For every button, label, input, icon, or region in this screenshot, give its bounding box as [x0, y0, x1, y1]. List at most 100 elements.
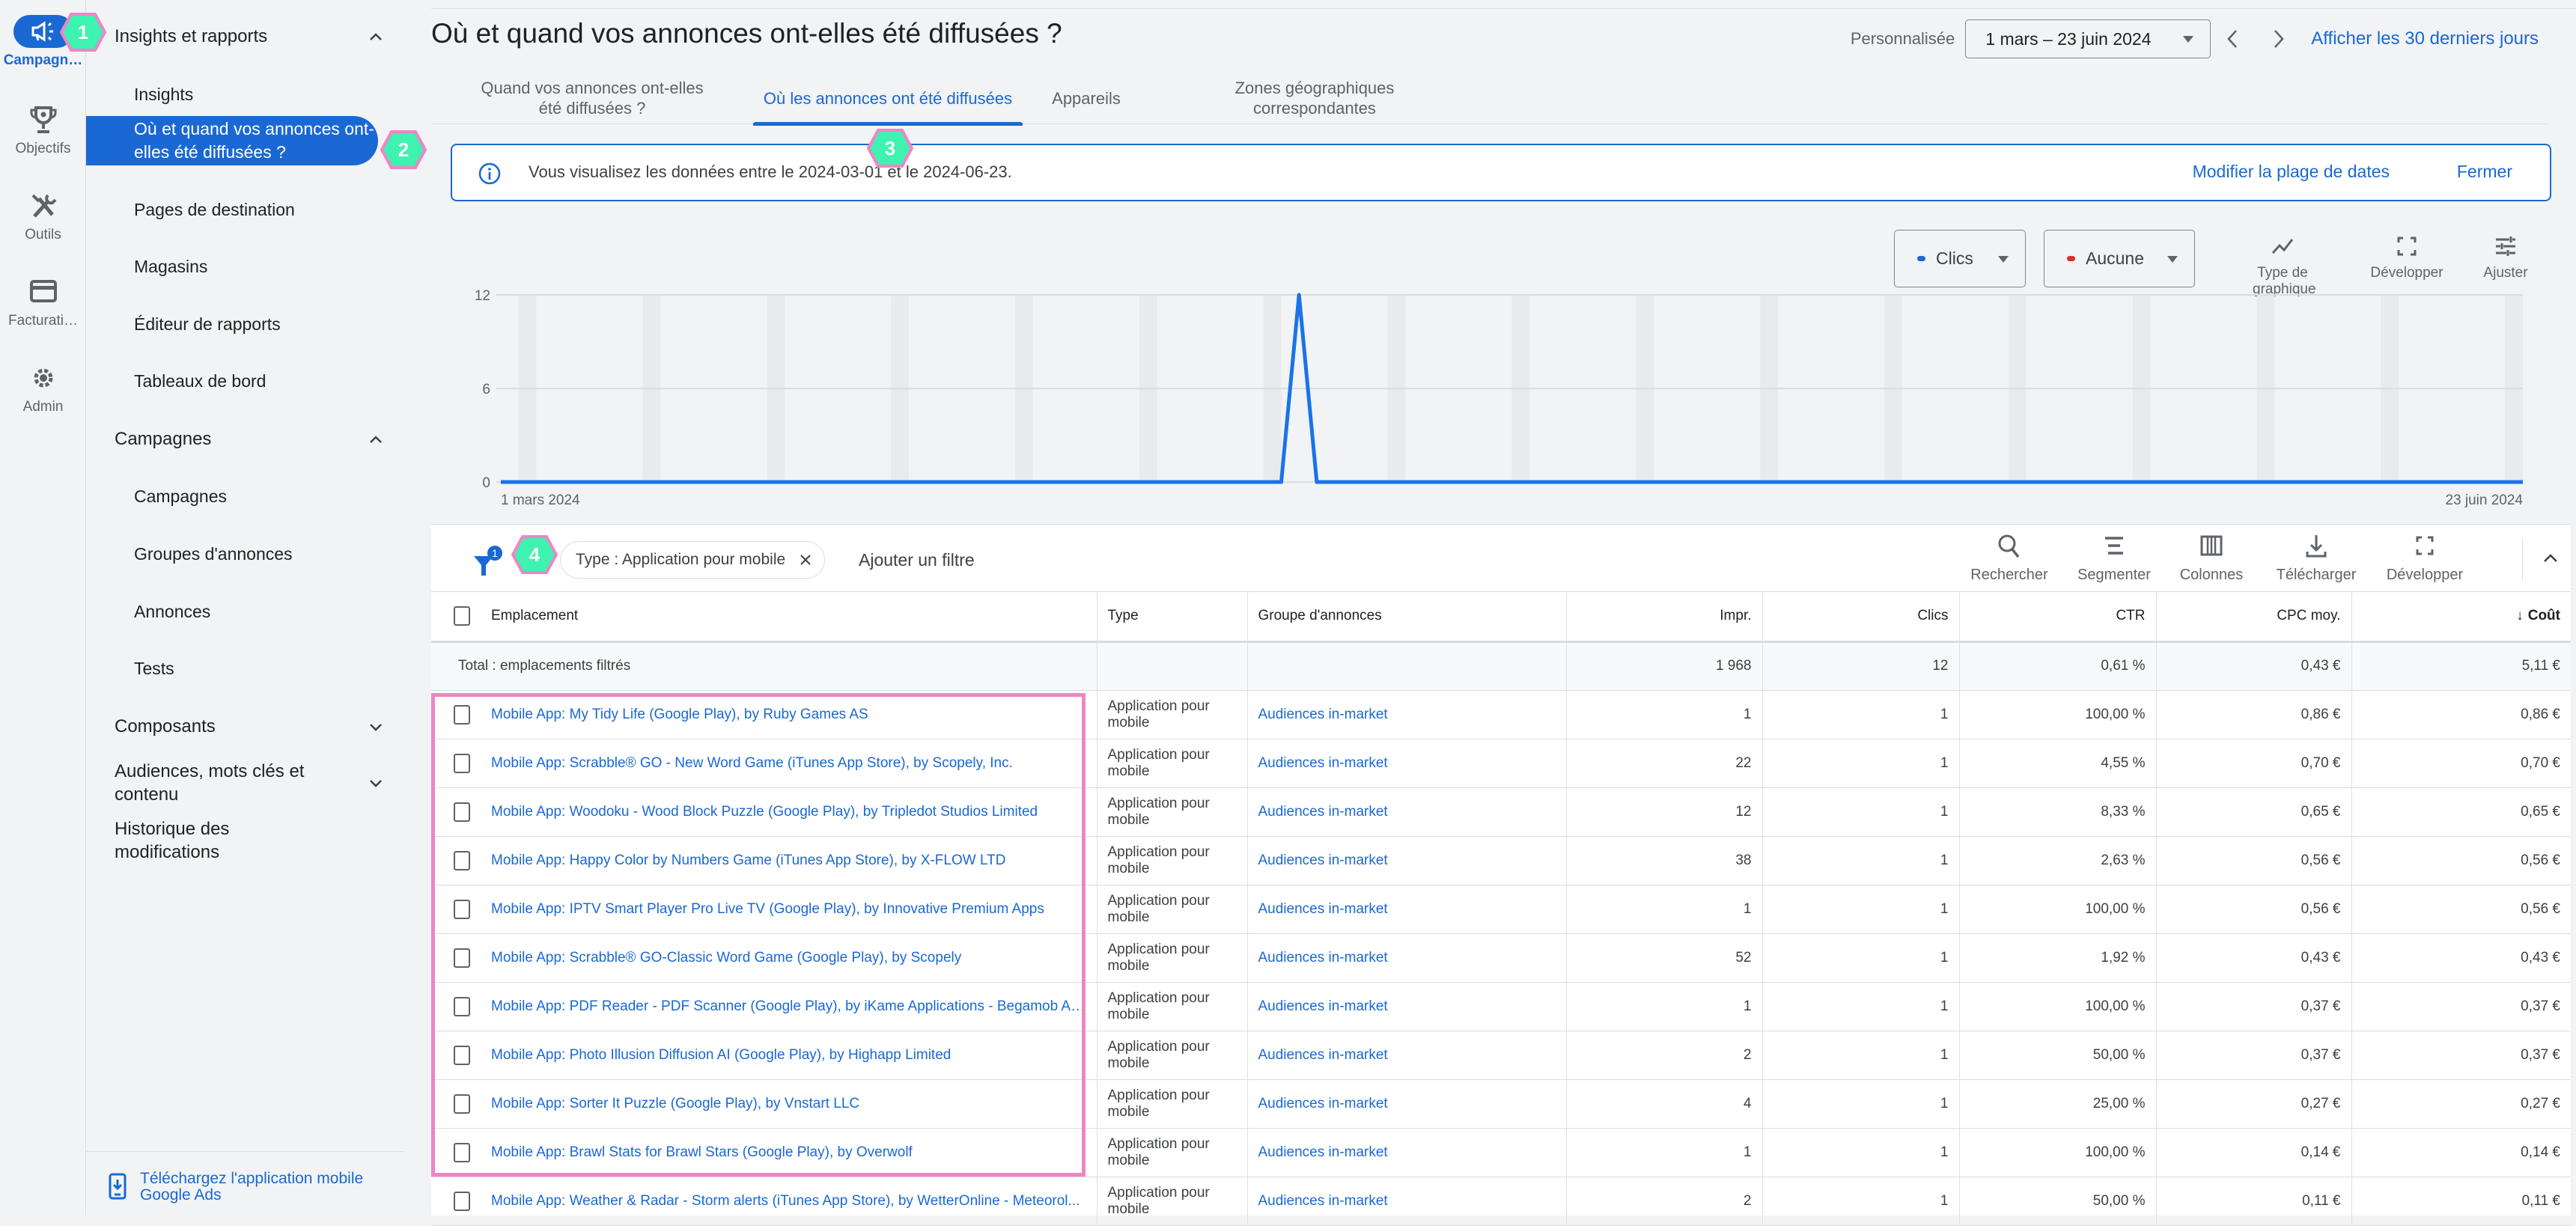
last-30-days-link[interactable]: Afficher les 30 derniers jours: [2311, 28, 2539, 49]
search-button[interactable]: Rechercher: [1968, 532, 2050, 584]
column-header-cout[interactable]: ↓Coût: [2351, 592, 2571, 641]
row-checkbox[interactable]: [454, 754, 470, 773]
previous-period-button[interactable]: [2211, 19, 2256, 58]
row-checkbox[interactable]: [454, 705, 470, 725]
rail-item-admin[interactable]: Admin: [0, 363, 86, 415]
nav-item-tests[interactable]: Tests: [134, 657, 381, 680]
cout-cell: 0,14 €: [2351, 1128, 2571, 1177]
ad-group-link[interactable]: Audiences in-market: [1247, 933, 1566, 982]
ad-group-link[interactable]: Audiences in-market: [1247, 690, 1566, 739]
column-header-cpc[interactable]: CPC moy.: [2156, 592, 2351, 641]
row-checkbox[interactable]: [454, 1046, 470, 1065]
caret-down-icon: [2167, 256, 2178, 263]
segment-button[interactable]: Segmenter: [2073, 532, 2155, 584]
nav-item-magasins[interactable]: Magasins: [134, 255, 381, 278]
download-app-link[interactable]: Téléchargez l'application mobile Google …: [140, 1171, 395, 1204]
next-period-button[interactable]: [2256, 19, 2301, 58]
ctr-cell: 100,00 %: [1959, 1128, 2156, 1177]
ad-group-link[interactable]: Audiences in-market: [1247, 739, 1566, 787]
trophy-icon: [27, 105, 60, 135]
column-header-type[interactable]: Type: [1097, 592, 1247, 641]
tab-quand[interactable]: Quand vos annonces ont-elles été diffusé…: [431, 72, 753, 124]
row-checkbox[interactable]: [454, 997, 470, 1016]
column-header-emplacement[interactable]: Emplacement: [431, 592, 1097, 641]
columns-button[interactable]: Colonnes: [2170, 532, 2253, 584]
cout-cell: 0,56 €: [2351, 836, 2571, 885]
row-checkbox[interactable]: [454, 900, 470, 919]
ad-group-link[interactable]: Audiences in-market: [1247, 1079, 1566, 1128]
chevron-up-icon[interactable]: [2539, 547, 2562, 570]
ad-group-link[interactable]: Audiences in-market: [1247, 787, 1566, 836]
annotation-marker-4: 4: [511, 535, 558, 574]
placement-link[interactable]: Mobile App: Brawl Stats for Brawl Stars …: [491, 1144, 913, 1160]
nav-item-insights[interactable]: Insights: [134, 83, 381, 106]
tab-appareils[interactable]: Appareils: [1038, 72, 1135, 124]
placement-link[interactable]: Mobile App: Woodoku - Wood Block Puzzle …: [491, 804, 1038, 820]
row-checkbox[interactable]: [454, 1143, 470, 1162]
placement-link[interactable]: Mobile App: PDF Reader - PDF Scanner (Go…: [491, 998, 1091, 1014]
rail-item-objectifs[interactable]: Objectifs: [0, 105, 86, 157]
close-banner-link[interactable]: Fermer: [2457, 162, 2512, 182]
rail-item-outils[interactable]: Outils: [0, 191, 86, 243]
rail-item-facturation[interactable]: Facturati…: [0, 277, 86, 329]
nav-section-campagnes[interactable]: Campagnes: [115, 427, 384, 451]
placement-link[interactable]: Mobile App: Happy Color by Numbers Game …: [491, 853, 1005, 868]
ad-group-link[interactable]: Audiences in-market: [1247, 1177, 1566, 1225]
download-button[interactable]: Télécharger: [2271, 532, 2361, 584]
date-range-picker[interactable]: 1 mars – 23 juin 2024: [1965, 19, 2211, 58]
table-row: Mobile App: PDF Reader - PDF Scanner (Go…: [431, 982, 2571, 1031]
impr-cell: 38: [1566, 836, 1762, 885]
tab-zones[interactable]: Zones géographiques correspondantes: [1210, 72, 1419, 124]
row-checkbox[interactable]: [454, 1192, 470, 1211]
placement-link[interactable]: Mobile App: Scrabble® GO - New Word Game…: [491, 755, 1013, 771]
nav-item-campagnes[interactable]: Campagnes: [134, 485, 381, 508]
column-header-groupe[interactable]: Groupe d'annonces: [1247, 592, 1566, 641]
cpc-cell: 0,11 €: [2156, 1177, 2351, 1225]
cout-cell: 0,70 €: [2351, 739, 2571, 787]
row-checkbox[interactable]: [454, 851, 470, 870]
close-icon[interactable]: [799, 553, 812, 567]
ad-group-link[interactable]: Audiences in-market: [1247, 982, 1566, 1031]
expand-table-button[interactable]: Développer: [2380, 532, 2470, 584]
rail-label: Outils: [0, 227, 86, 243]
placement-cell: Mobile App: Scrabble® GO - New Word Game…: [431, 739, 1097, 787]
ad-group-link[interactable]: Audiences in-market: [1247, 1128, 1566, 1177]
nav-item-ou-et-quand[interactable]: Où et quand vos annonces ont-elles été d…: [86, 116, 378, 165]
placement-link[interactable]: Mobile App: IPTV Smart Player Pro Live T…: [491, 901, 1044, 917]
placement-link[interactable]: Mobile App: My Tidy Life (Google Play), …: [491, 707, 868, 722]
nav-item-annonces[interactable]: Annonces: [134, 600, 381, 623]
filter-button[interactable]: 1: [472, 546, 502, 576]
tab-ou[interactable]: Où les annonces ont été diffusées: [753, 72, 1023, 124]
select-all-checkbox[interactable]: [454, 606, 470, 626]
ad-group-link[interactable]: Audiences in-market: [1247, 1031, 1566, 1079]
nav-item-editeur-rapports[interactable]: Éditeur de rapports: [134, 313, 381, 336]
nav-item-tableaux-de-bord[interactable]: Tableaux de bord: [134, 370, 381, 393]
modify-date-range-link[interactable]: Modifier la plage de dates: [2193, 162, 2390, 182]
nav-section-audiences[interactable]: Audiences, mots clés et contenu: [115, 760, 384, 806]
cpc-cell: 0,56 €: [2156, 885, 2351, 933]
row-checkbox[interactable]: [454, 948, 470, 968]
column-header-impr[interactable]: Impr.: [1566, 592, 1762, 641]
clics-cell: 1: [1762, 690, 1959, 739]
row-checkbox[interactable]: [454, 1094, 470, 1114]
add-filter-button[interactable]: Ajouter un filtre: [859, 550, 975, 570]
chart-expand-button[interactable]: Développer: [2366, 234, 2448, 281]
chart-adjust-button[interactable]: Ajuster: [2464, 234, 2547, 281]
ad-group-link[interactable]: Audiences in-market: [1247, 836, 1566, 885]
placement-link[interactable]: Mobile App: Scrabble® GO-Classic Word Ga…: [491, 950, 961, 966]
nav-section-historique[interactable]: Historique des modifications: [115, 817, 384, 864]
nav-item-pages-destination[interactable]: Pages de destination: [134, 198, 381, 222]
column-header-ctr[interactable]: CTR: [1959, 592, 2156, 641]
ad-group-link[interactable]: Audiences in-market: [1247, 885, 1566, 933]
placement-cell: Mobile App: Photo Illusion Diffusion AI …: [431, 1031, 1097, 1079]
nav-section-insights[interactable]: Insights et rapports: [115, 25, 384, 48]
table-row: Mobile App: Photo Illusion Diffusion AI …: [431, 1031, 2571, 1079]
row-checkbox[interactable]: [454, 802, 470, 822]
nav-item-groupes-annonces[interactable]: Groupes d'annonces: [134, 543, 381, 566]
filter-chip[interactable]: Type : Application pour mobile: [560, 541, 825, 579]
placement-link[interactable]: Mobile App: Sorter It Puzzle (Google Pla…: [491, 1096, 859, 1111]
column-header-clics[interactable]: Clics: [1762, 592, 1959, 641]
placement-link[interactable]: Mobile App: Photo Illusion Diffusion AI …: [491, 1047, 951, 1063]
nav-section-composants[interactable]: Composants: [115, 715, 384, 738]
placement-link[interactable]: Mobile App: Weather & Radar - Storm aler…: [491, 1193, 1080, 1209]
